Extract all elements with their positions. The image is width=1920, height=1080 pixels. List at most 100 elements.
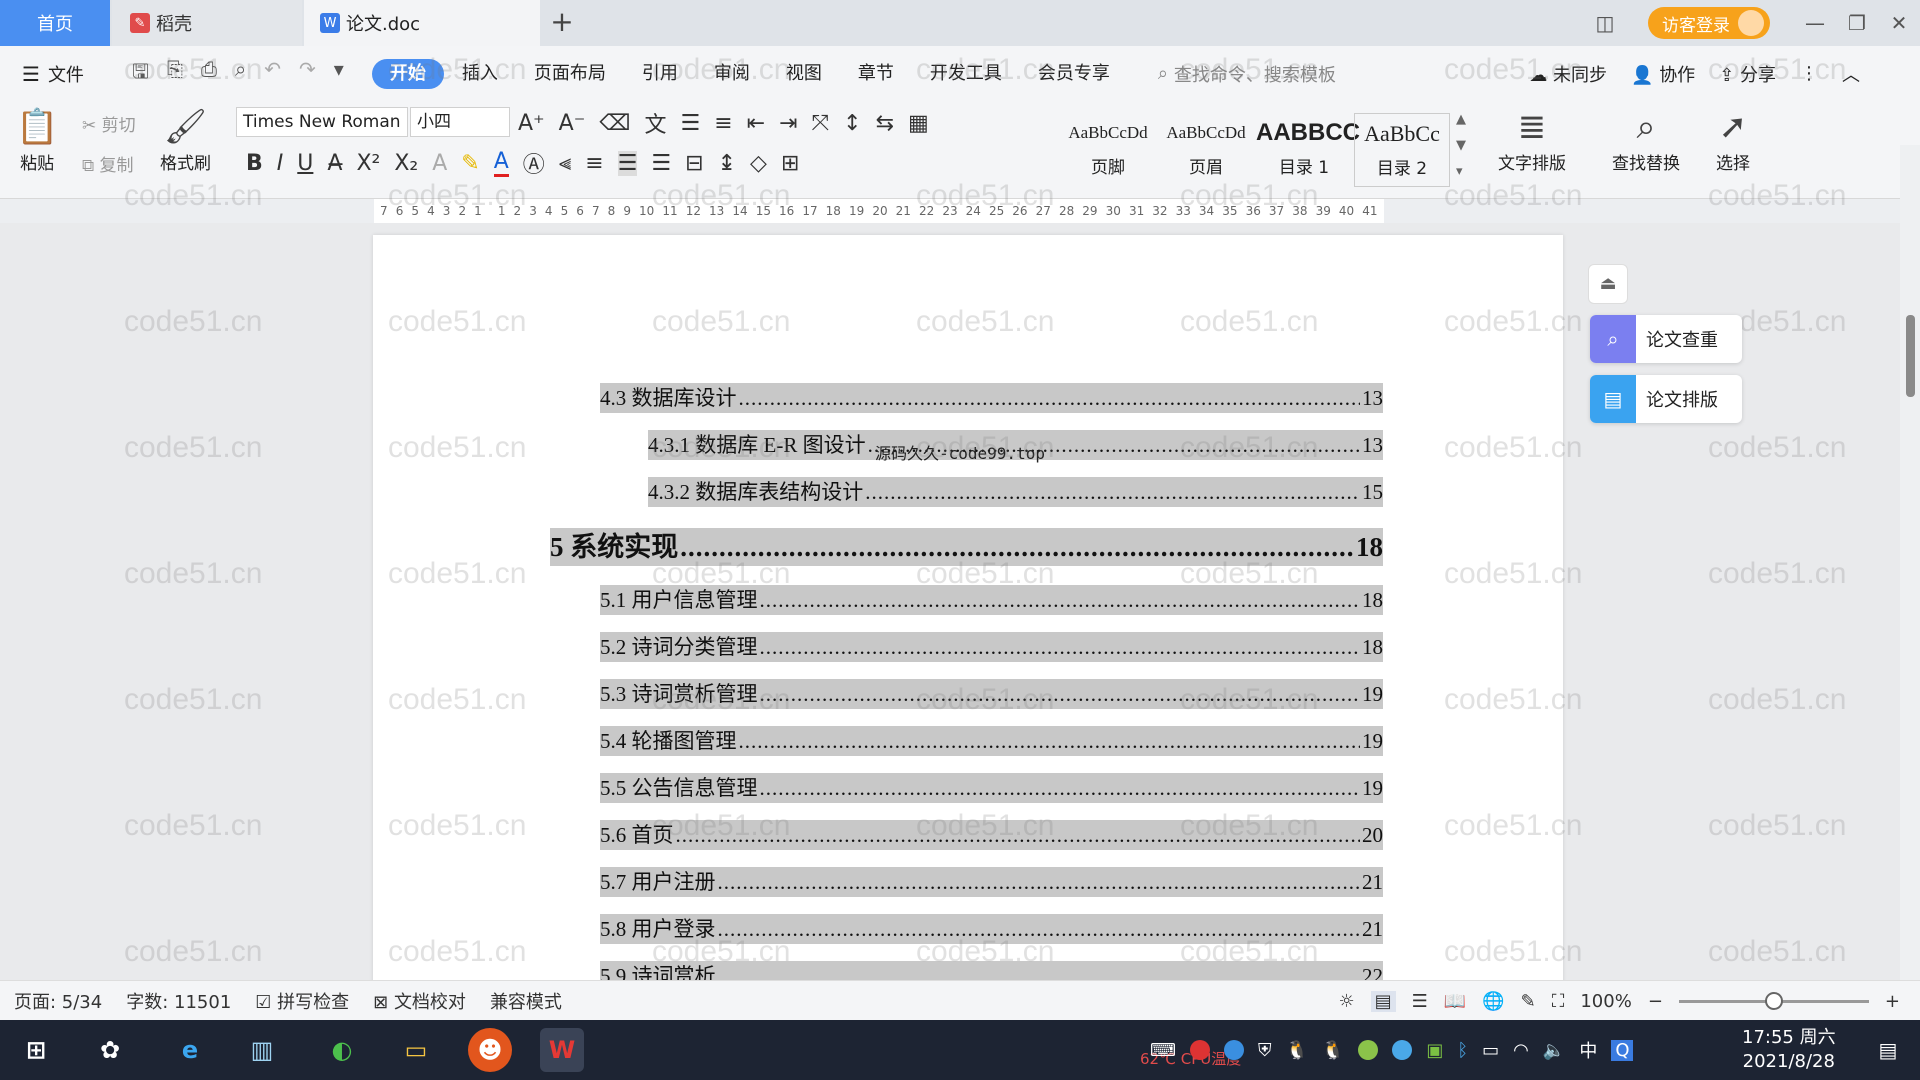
layout-toggle-icon[interactable]: ◫ [1584, 11, 1626, 35]
justify-icon[interactable]: ☰ [651, 151, 671, 176]
subscript-icon[interactable]: X₂ [394, 151, 418, 176]
horizontal-ruler[interactable]: 7 6 5 4 3 2 1 1 2 3 4 5 6 7 8 9 10 11 12 13 14 15 16 17 18 19 20 21… [0, 199, 1920, 223]
shrink-font-icon[interactable]: A⁻ [559, 111, 586, 136]
shield-icon[interactable]: ⛨ [1258, 1040, 1272, 1061]
toc-entry[interactable]: 5.5 公告信息管理 19 [600, 773, 1383, 803]
share-button[interactable]: ⇪ 分享 [1719, 61, 1776, 87]
print-preview-icon[interactable]: ⌕ [235, 57, 246, 91]
collapse-ribbon-icon[interactable]: ︿ [1842, 61, 1860, 87]
tray-blue-icon[interactable] [1223, 1040, 1244, 1060]
spell-check-button[interactable]: ☑ 拼写检查 [255, 988, 349, 1014]
italic-icon[interactable]: I [277, 151, 284, 176]
export-icon[interactable]: ⎘ [167, 57, 183, 91]
tab-menu-0[interactable]: 开始 [371, 58, 444, 89]
system-clock[interactable]: 17:55 周六 2021/8/28 [1742, 1026, 1836, 1074]
tab-home[interactable]: 首页 [0, 0, 110, 46]
qq-icon[interactable]: 🐧 [1285, 1040, 1307, 1061]
doc-proof-button[interactable]: ⊠ 文档校对 [373, 988, 466, 1014]
tray-red-icon[interactable] [1189, 1040, 1210, 1060]
numbering-icon[interactable]: ≡ [714, 111, 732, 136]
sync-status[interactable]: ☁ 未同步 [1529, 61, 1607, 87]
collaborate-button[interactable]: 👤 协作 [1631, 61, 1695, 87]
toc-entry[interactable]: 4.3 数据库设计 13 [600, 383, 1383, 413]
app-orange-icon[interactable]: ☻ [468, 1028, 512, 1072]
select-button[interactable]: ➚ 选择 [1716, 105, 1750, 174]
customize-dropdown-icon[interactable]: ▾ [334, 57, 344, 91]
more-icon[interactable]: ⋮ [1800, 63, 1818, 84]
distribute-icon[interactable]: ⊟ [685, 151, 703, 176]
cut-button[interactable]: ✂ 剪切 [82, 111, 136, 136]
wps-writer-icon[interactable]: W [540, 1028, 584, 1072]
borders-icon[interactable]: ⊞ [781, 151, 799, 176]
file-explorer-icon[interactable]: ▭ [394, 1028, 438, 1072]
print-icon[interactable]: ⎙ [201, 57, 217, 91]
text-layout-button[interactable]: ≣ 文字排版 [1498, 105, 1566, 174]
toc-entry[interactable]: 5.6 首页 20 [600, 820, 1383, 850]
ime-indicator[interactable]: 中 [1579, 1037, 1597, 1063]
bluetooth-icon[interactable]: ᛒ [1457, 1040, 1468, 1061]
tab-menu-1[interactable]: 插入 [444, 59, 516, 89]
highlight-icon[interactable]: ✎ [461, 151, 479, 176]
tab-document[interactable]: W 论文.doc [304, 0, 540, 46]
pen-icon[interactable]: ✎ [1521, 991, 1536, 1012]
save-icon[interactable]: 🖫 [132, 57, 149, 91]
new-tab-button[interactable]: + [545, 6, 579, 40]
style-card-1[interactable]: AaBbCcDd 页眉 [1158, 113, 1254, 187]
tab-daoke[interactable]: ✎ 稻壳 [112, 0, 302, 46]
zoom-slider[interactable] [1678, 991, 1869, 1010]
style-card-0[interactable]: AaBbCcDd 页脚 [1060, 113, 1156, 187]
document-page[interactable]: 4.3 数据库设计 13 4.3.1 数据库 E-R 图设计 13 4.3.2 数据库表… [373, 235, 1563, 1015]
font-name-select[interactable]: Times New Roman [236, 107, 408, 137]
paste-button[interactable]: 📋 粘贴 [16, 105, 58, 174]
font-size-select[interactable]: 小四 [410, 107, 510, 137]
keyboard-icon[interactable]: ⌨ [1150, 1040, 1176, 1061]
paper-layout-button[interactable]: ▤ 论文排版 [1590, 375, 1742, 423]
guest-login-button[interactable]: 访客登录 [1648, 7, 1770, 39]
minimize-button[interactable]: — [1794, 11, 1836, 35]
toc-entry[interactable]: 4.3.2 数据库表结构设计 15 [648, 477, 1383, 507]
eye-protection-icon[interactable]: ☼ [1339, 991, 1355, 1012]
toc-entry[interactable]: 5.2 诗词分类管理 18 [600, 632, 1383, 662]
app-green-icon[interactable]: ◐ [320, 1028, 364, 1072]
toc-entry[interactable]: 5.7 用户注册 21 [600, 867, 1383, 897]
bullets-icon[interactable]: ☰ [680, 111, 700, 136]
style-card-2[interactable]: AABBCC 目录 1 [1256, 113, 1360, 187]
superscript-icon[interactable]: X² [356, 151, 380, 176]
zoom-out-icon[interactable]: − [1648, 991, 1663, 1012]
table-grid-icon[interactable]: ▦ [908, 111, 929, 136]
char-border-icon[interactable]: Ⓐ [523, 147, 545, 179]
notification-center-icon[interactable]: ▤ [1866, 1028, 1910, 1072]
paper-check-button[interactable]: ⌕ 论文查重 [1590, 315, 1742, 363]
font-color-icon[interactable]: A [493, 149, 509, 177]
tab-menu-4[interactable]: 审阅 [696, 59, 768, 89]
word-count[interactable]: 字数: 11501 [126, 988, 231, 1014]
style-card-3[interactable]: AaBbCc 目录 2 [1354, 113, 1450, 187]
text-effect-icon[interactable]: A [432, 151, 447, 176]
phonetic-icon[interactable]: 文 [644, 107, 666, 139]
outline-view-icon[interactable]: ☰ [1412, 991, 1428, 1012]
toc-entry[interactable]: 5 系统实现 18 [550, 528, 1383, 566]
tab-menu-2[interactable]: 页面布局 [516, 59, 624, 89]
side-panel-collapse-button[interactable]: ⏏ [1588, 264, 1628, 304]
fit-page-icon[interactable]: ⛶ [1552, 991, 1565, 1012]
wifi-icon[interactable]: ◠ [1513, 1040, 1529, 1061]
tab-menu-5[interactable]: 视图 [768, 59, 840, 89]
strikethrough-icon[interactable]: A̶ [327, 151, 342, 176]
notepad-icon[interactable]: ▥ [240, 1028, 284, 1072]
line-spacing-icon[interactable]: ↨ [718, 151, 736, 176]
tray-cloud-icon[interactable] [1392, 1040, 1413, 1060]
shading-icon[interactable]: ◇ [750, 151, 767, 176]
document-area[interactable]: 4.3 数据库设计134.3.1 数据库 E-R 图设计134.3.2 数据库表… [0, 53, 1900, 1015]
tab-menu-7[interactable]: 开发工具 [912, 59, 1020, 89]
align-left-icon[interactable]: ⫷ [559, 151, 571, 176]
page-view-icon[interactable]: ▤ [1370, 990, 1396, 1012]
tab-menu-8[interactable]: 会员专享 [1020, 59, 1128, 89]
input-method-icon[interactable]: Q [1611, 1039, 1634, 1061]
toc-entry[interactable]: 5.3 诗词赏析管理 19 [600, 679, 1383, 709]
volume-icon[interactable]: 🔈 [1543, 1040, 1565, 1061]
bold-icon[interactable]: B [246, 151, 263, 176]
style-scroll[interactable]: ▲ ▼ ▾ [1456, 107, 1466, 185]
chinese-layout-icon[interactable]: ⤧ [812, 111, 830, 136]
browser-app-icon[interactable]: ✿ [88, 1028, 132, 1072]
gpu-icon[interactable]: ▣ [1426, 1040, 1443, 1061]
